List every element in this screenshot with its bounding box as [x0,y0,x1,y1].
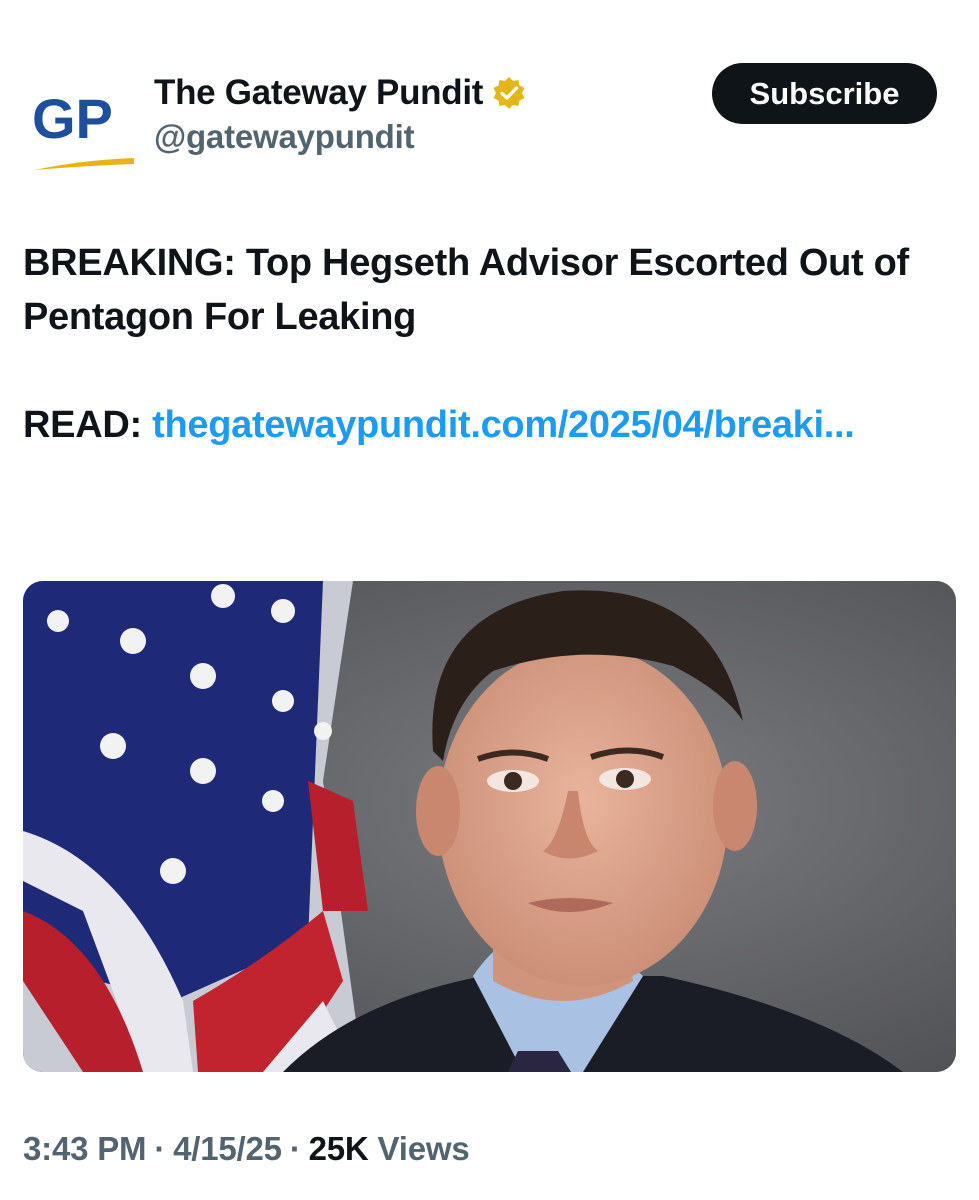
read-prefix: READ: [23,404,153,446]
display-name-row: The Gateway Pundit [154,70,527,116]
article-link[interactable]: thegatewaypundit.com/2025/04/breaki... [152,404,855,446]
avatar-text: GP [32,87,113,150]
display-name[interactable]: The Gateway Pundit [154,73,483,113]
flag [23,581,368,1072]
avatar[interactable]: GP [22,74,136,174]
read-line: READ: thegatewaypundit.com/2025/04/break… [23,398,953,452]
timestamp-time[interactable]: 3:43 PM [23,1130,147,1167]
photo-icon [23,581,956,1072]
gateway-pundit-logo-icon: GP [32,87,134,170]
tweet-text: BREAKING: Top Hegseth Advisor Escorted O… [23,236,953,452]
separator: · [289,1130,301,1167]
tweet-media-image[interactable] [23,581,956,1072]
tweet-header: GP The Gateway Pundit @gatewaypundit Sub… [0,0,979,200]
timestamp-date[interactable]: 4/15/25 [173,1130,282,1167]
author-info: The Gateway Pundit @gatewaypundit [154,70,527,156]
verified-badge-icon[interactable] [491,75,527,111]
tweet-meta: 3:43 PM · 4/15/25 · 25K Views [23,1130,470,1168]
subscribe-button[interactable]: Subscribe [712,63,937,124]
views-count: 25K [308,1130,369,1167]
handle[interactable]: @gatewaypundit [154,118,527,156]
separator: · [154,1130,166,1167]
views-label: Views [377,1130,470,1167]
tweet-headline: BREAKING: Top Hegseth Advisor Escorted O… [23,242,909,338]
